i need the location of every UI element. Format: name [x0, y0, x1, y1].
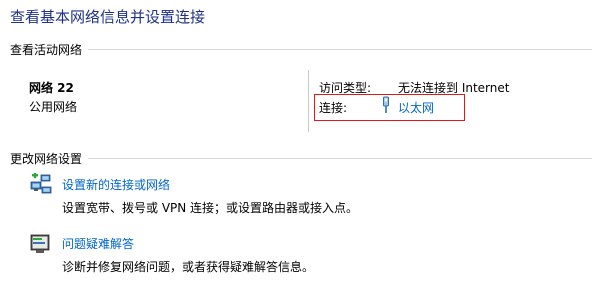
troubleshoot-description: 诊断并修复网络问题，或者获得疑难解答信息。	[62, 260, 315, 274]
ethernet-connection-link[interactable]: 以太网	[398, 99, 434, 116]
troubleshoot-link[interactable]: 问题疑难解答	[62, 235, 134, 252]
network-category[interactable]: 公用网络	[29, 98, 77, 115]
section-divider	[86, 158, 592, 159]
page-title: 查看基本网络信息并设置连接	[10, 8, 206, 26]
section-divider	[86, 49, 592, 50]
troubleshoot-icon	[30, 234, 50, 253]
network-name: 网络 22	[29, 81, 74, 95]
column-divider	[308, 70, 309, 132]
setup-connection-link[interactable]: 设置新的连接或网络	[62, 176, 170, 193]
setup-connection-description: 设置宽带、拨号或 VPN 连接；或设置路由器或接入点。	[62, 201, 359, 215]
section-header-active-networks: 查看活动网络	[10, 41, 89, 58]
section-header-change-settings: 更改网络设置	[10, 150, 89, 167]
network-setup-icon	[30, 173, 52, 194]
ethernet-icon	[383, 96, 389, 113]
connection-label: 连接:	[319, 101, 348, 115]
